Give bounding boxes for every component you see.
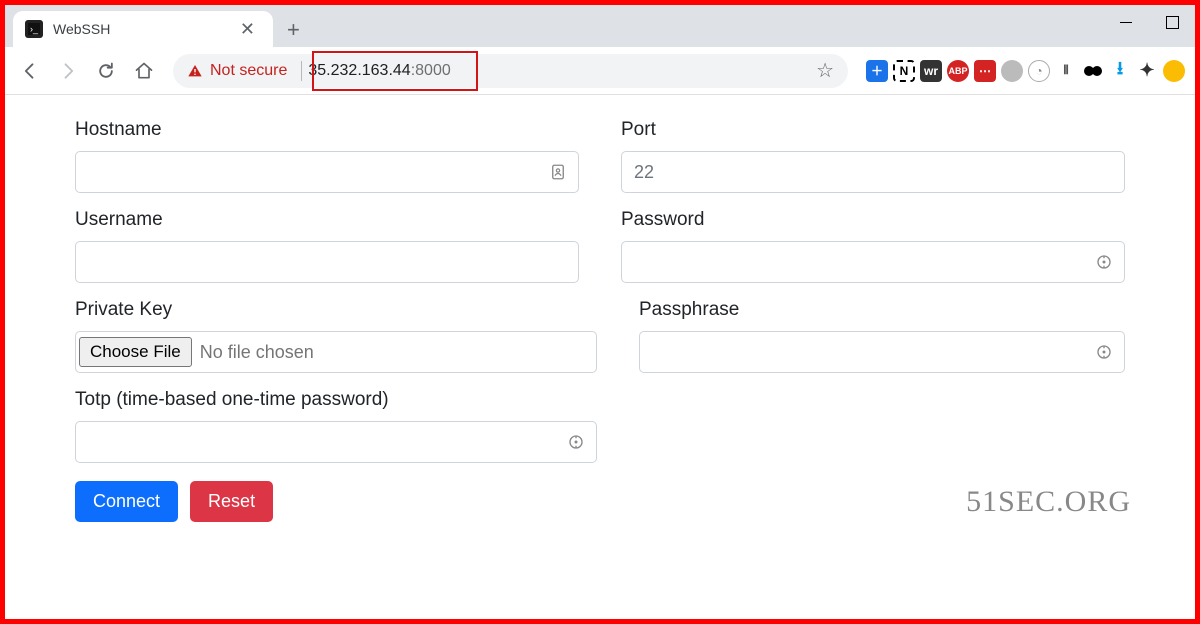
extension-icon[interactable]: ⫴ bbox=[1055, 60, 1077, 82]
profile-avatar-icon[interactable] bbox=[1163, 60, 1185, 82]
home-button[interactable] bbox=[129, 56, 159, 86]
extension-icon[interactable]: ABP bbox=[947, 60, 969, 82]
watermark-text: 51SEC.ORG bbox=[966, 485, 1131, 519]
omnibox-separator bbox=[301, 61, 302, 81]
security-indicator[interactable]: Not secure bbox=[187, 62, 287, 80]
file-status-text: No file chosen bbox=[200, 342, 314, 363]
totp-input[interactable] bbox=[75, 421, 597, 463]
extension-icon[interactable]: ◔ bbox=[1028, 60, 1050, 82]
connect-button[interactable]: Connect bbox=[75, 481, 178, 522]
hostname-input[interactable] bbox=[75, 151, 579, 193]
bookmark-star-icon[interactable]: ☆ bbox=[816, 58, 834, 83]
contacts-icon[interactable] bbox=[549, 163, 567, 181]
username-input[interactable] bbox=[75, 241, 579, 283]
address-bar[interactable]: Not secure 35.232.163.44:8000 ☆ bbox=[173, 54, 848, 88]
tab-favicon: ›_ bbox=[25, 20, 43, 38]
window-minimize-button[interactable] bbox=[1103, 5, 1149, 39]
passphrase-input[interactable] bbox=[639, 331, 1125, 373]
choose-file-button[interactable]: Choose File bbox=[79, 337, 192, 367]
window-maximize-button[interactable] bbox=[1149, 5, 1195, 39]
passphrase-label: Passphrase bbox=[639, 299, 1125, 321]
hostname-label: Hostname bbox=[75, 119, 579, 141]
extension-icon[interactable]: N bbox=[893, 60, 915, 82]
password-key-icon[interactable] bbox=[1095, 343, 1113, 361]
reload-button[interactable] bbox=[91, 56, 121, 86]
password-key-icon[interactable] bbox=[1095, 253, 1113, 271]
password-key-icon[interactable] bbox=[567, 433, 585, 451]
extension-icon[interactable]: ⋯ bbox=[974, 60, 996, 82]
window-controls bbox=[1103, 5, 1195, 39]
svg-text:›_: ›_ bbox=[30, 24, 39, 34]
browser-toolbar: Not secure 35.232.163.44:8000 ☆ ＋ N wr A… bbox=[5, 47, 1195, 95]
extensions-menu-icon[interactable]: ✦ bbox=[1136, 60, 1158, 82]
extension-icon[interactable] bbox=[1001, 60, 1023, 82]
extension-row: ＋ N wr ABP ⋯ ◔ ⫴ ⭳ ✦ bbox=[866, 60, 1185, 82]
password-input[interactable] bbox=[621, 241, 1125, 283]
back-button[interactable] bbox=[15, 56, 45, 86]
totp-label: Totp (time-based one-time password) bbox=[75, 389, 597, 411]
privatekey-file-input[interactable]: Choose File No file chosen bbox=[75, 331, 597, 373]
browser-tab[interactable]: ›_ WebSSH ✕ bbox=[13, 11, 273, 47]
reset-button[interactable]: Reset bbox=[190, 481, 273, 522]
page-content: Hostname Port Username Password bbox=[5, 95, 1195, 522]
extension-icon[interactable] bbox=[1082, 60, 1104, 82]
warning-icon bbox=[187, 63, 203, 79]
port-input[interactable] bbox=[621, 151, 1125, 193]
tab-title: WebSSH bbox=[53, 21, 234, 37]
username-label: Username bbox=[75, 209, 579, 231]
forward-button[interactable] bbox=[53, 56, 83, 86]
tab-close-icon[interactable]: ✕ bbox=[234, 19, 261, 40]
port-label: Port bbox=[621, 119, 1125, 141]
password-label: Password bbox=[621, 209, 1125, 231]
new-tab-button[interactable]: + bbox=[273, 11, 314, 49]
extension-icon[interactable]: wr bbox=[920, 60, 942, 82]
security-label: Not secure bbox=[210, 62, 287, 80]
extension-icon[interactable]: ⭳ bbox=[1109, 60, 1131, 82]
privatekey-label: Private Key bbox=[75, 299, 597, 321]
extension-icon[interactable]: ＋ bbox=[866, 60, 888, 82]
url-text: 35.232.163.44:8000 bbox=[308, 62, 450, 80]
browser-titlebar: ›_ WebSSH ✕ + bbox=[5, 5, 1195, 47]
